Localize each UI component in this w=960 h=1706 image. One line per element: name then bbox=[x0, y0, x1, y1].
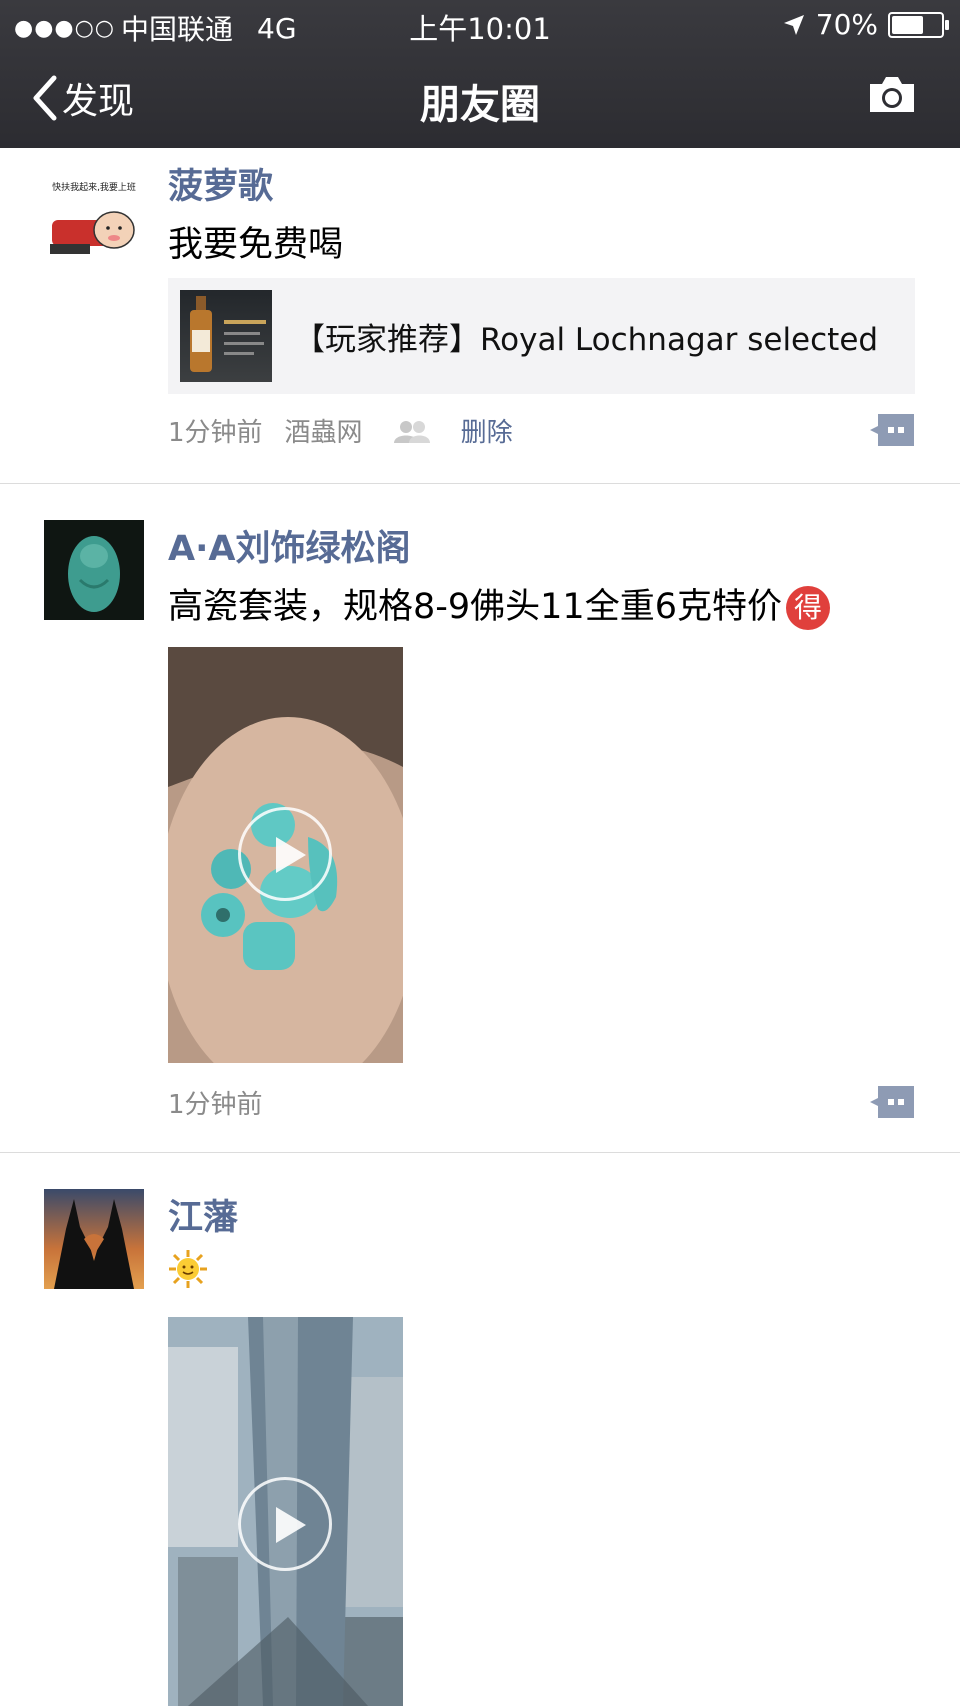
play-icon[interactable] bbox=[238, 1477, 332, 1571]
battery-level-fill bbox=[892, 15, 923, 34]
moment-post: 江藩 bbox=[0, 1153, 960, 1706]
top-bar: ●●●○○ 中国联通 4G 上午10:01 70% 发现 朋友圈 bbox=[0, 0, 960, 148]
post-time: 1分钟前 bbox=[168, 418, 263, 448]
avatar-sunset-hands-icon bbox=[44, 1189, 144, 1289]
link-title: 【玩家推荐】Royal Lochnagar selected bbox=[294, 322, 879, 358]
more-actions-icon bbox=[870, 414, 914, 446]
video-thumbnail[interactable] bbox=[168, 647, 403, 1063]
link-card[interactable]: 【玩家推荐】Royal Lochnagar selected bbox=[168, 278, 915, 394]
badge-emoji: 得 bbox=[785, 586, 830, 630]
video-thumbnail[interactable] bbox=[168, 1317, 403, 1706]
location-arrow-icon bbox=[783, 14, 804, 35]
avatar[interactable]: 快扶我起来,我要上班 bbox=[44, 172, 144, 272]
link-thumbnail bbox=[180, 290, 272, 382]
comment-action-button[interactable] bbox=[870, 1086, 914, 1118]
comment-action-button[interactable] bbox=[870, 414, 914, 446]
avatar-cartoon-icon: 快扶我起来,我要上班 bbox=[44, 172, 144, 272]
author-name[interactable]: 菠萝歌 bbox=[168, 158, 273, 209]
navigation-bar: 发现 朋友圈 bbox=[0, 48, 960, 148]
play-icon[interactable] bbox=[238, 807, 332, 901]
post-meta: 1分钟前 bbox=[168, 1084, 263, 1121]
post-text: 我要免费喝 bbox=[168, 225, 344, 265]
camera-icon bbox=[870, 77, 914, 112]
author-name[interactable]: A·A刘饰绿松阁 bbox=[168, 520, 410, 571]
moment-post: 快扶我起来,我要上班 菠萝歌 我要免费喝 【玩家推荐】Royal Lochnag… bbox=[0, 148, 960, 483]
svg-text:快扶我起来,我要上班: 快扶我起来,我要上班 bbox=[52, 181, 136, 193]
avatar[interactable] bbox=[44, 520, 144, 620]
post-meta: 1分钟前 酒蟲网 删除 bbox=[168, 412, 513, 449]
sun-emoji-icon bbox=[168, 1249, 208, 1293]
visibility-group-icon[interactable] bbox=[393, 419, 431, 443]
avatar-turquoise-carving-icon bbox=[44, 520, 144, 620]
delete-button[interactable]: 删除 bbox=[461, 412, 513, 449]
post-text: 高瓷套装，规格8-9佛头11全重6克特价 bbox=[168, 587, 782, 627]
avatar[interactable] bbox=[44, 1189, 144, 1289]
status-bar: ●●●○○ 中国联通 4G 上午10:01 70% bbox=[0, 0, 960, 48]
post-time: 1分钟前 bbox=[168, 1090, 263, 1120]
post-text-row: 高瓷套装，规格8-9佛头11全重6克特价得 bbox=[168, 578, 830, 630]
moment-post: A·A刘饰绿松阁 高瓷套装，规格8-9佛头11全重6克特价得 1分钟前 bbox=[0, 484, 960, 1152]
camera-button[interactable] bbox=[866, 74, 918, 120]
whisky-bottle-icon bbox=[190, 296, 266, 372]
battery-icon bbox=[888, 11, 949, 38]
more-actions-icon bbox=[870, 1086, 914, 1118]
status-right: 70% bbox=[782, 8, 949, 41]
post-source[interactable]: 酒蟲网 bbox=[285, 412, 363, 449]
battery-percent: 70% bbox=[815, 8, 878, 41]
author-name[interactable]: 江藩 bbox=[168, 1189, 238, 1240]
page-title: 朋友圈 bbox=[420, 82, 540, 128]
